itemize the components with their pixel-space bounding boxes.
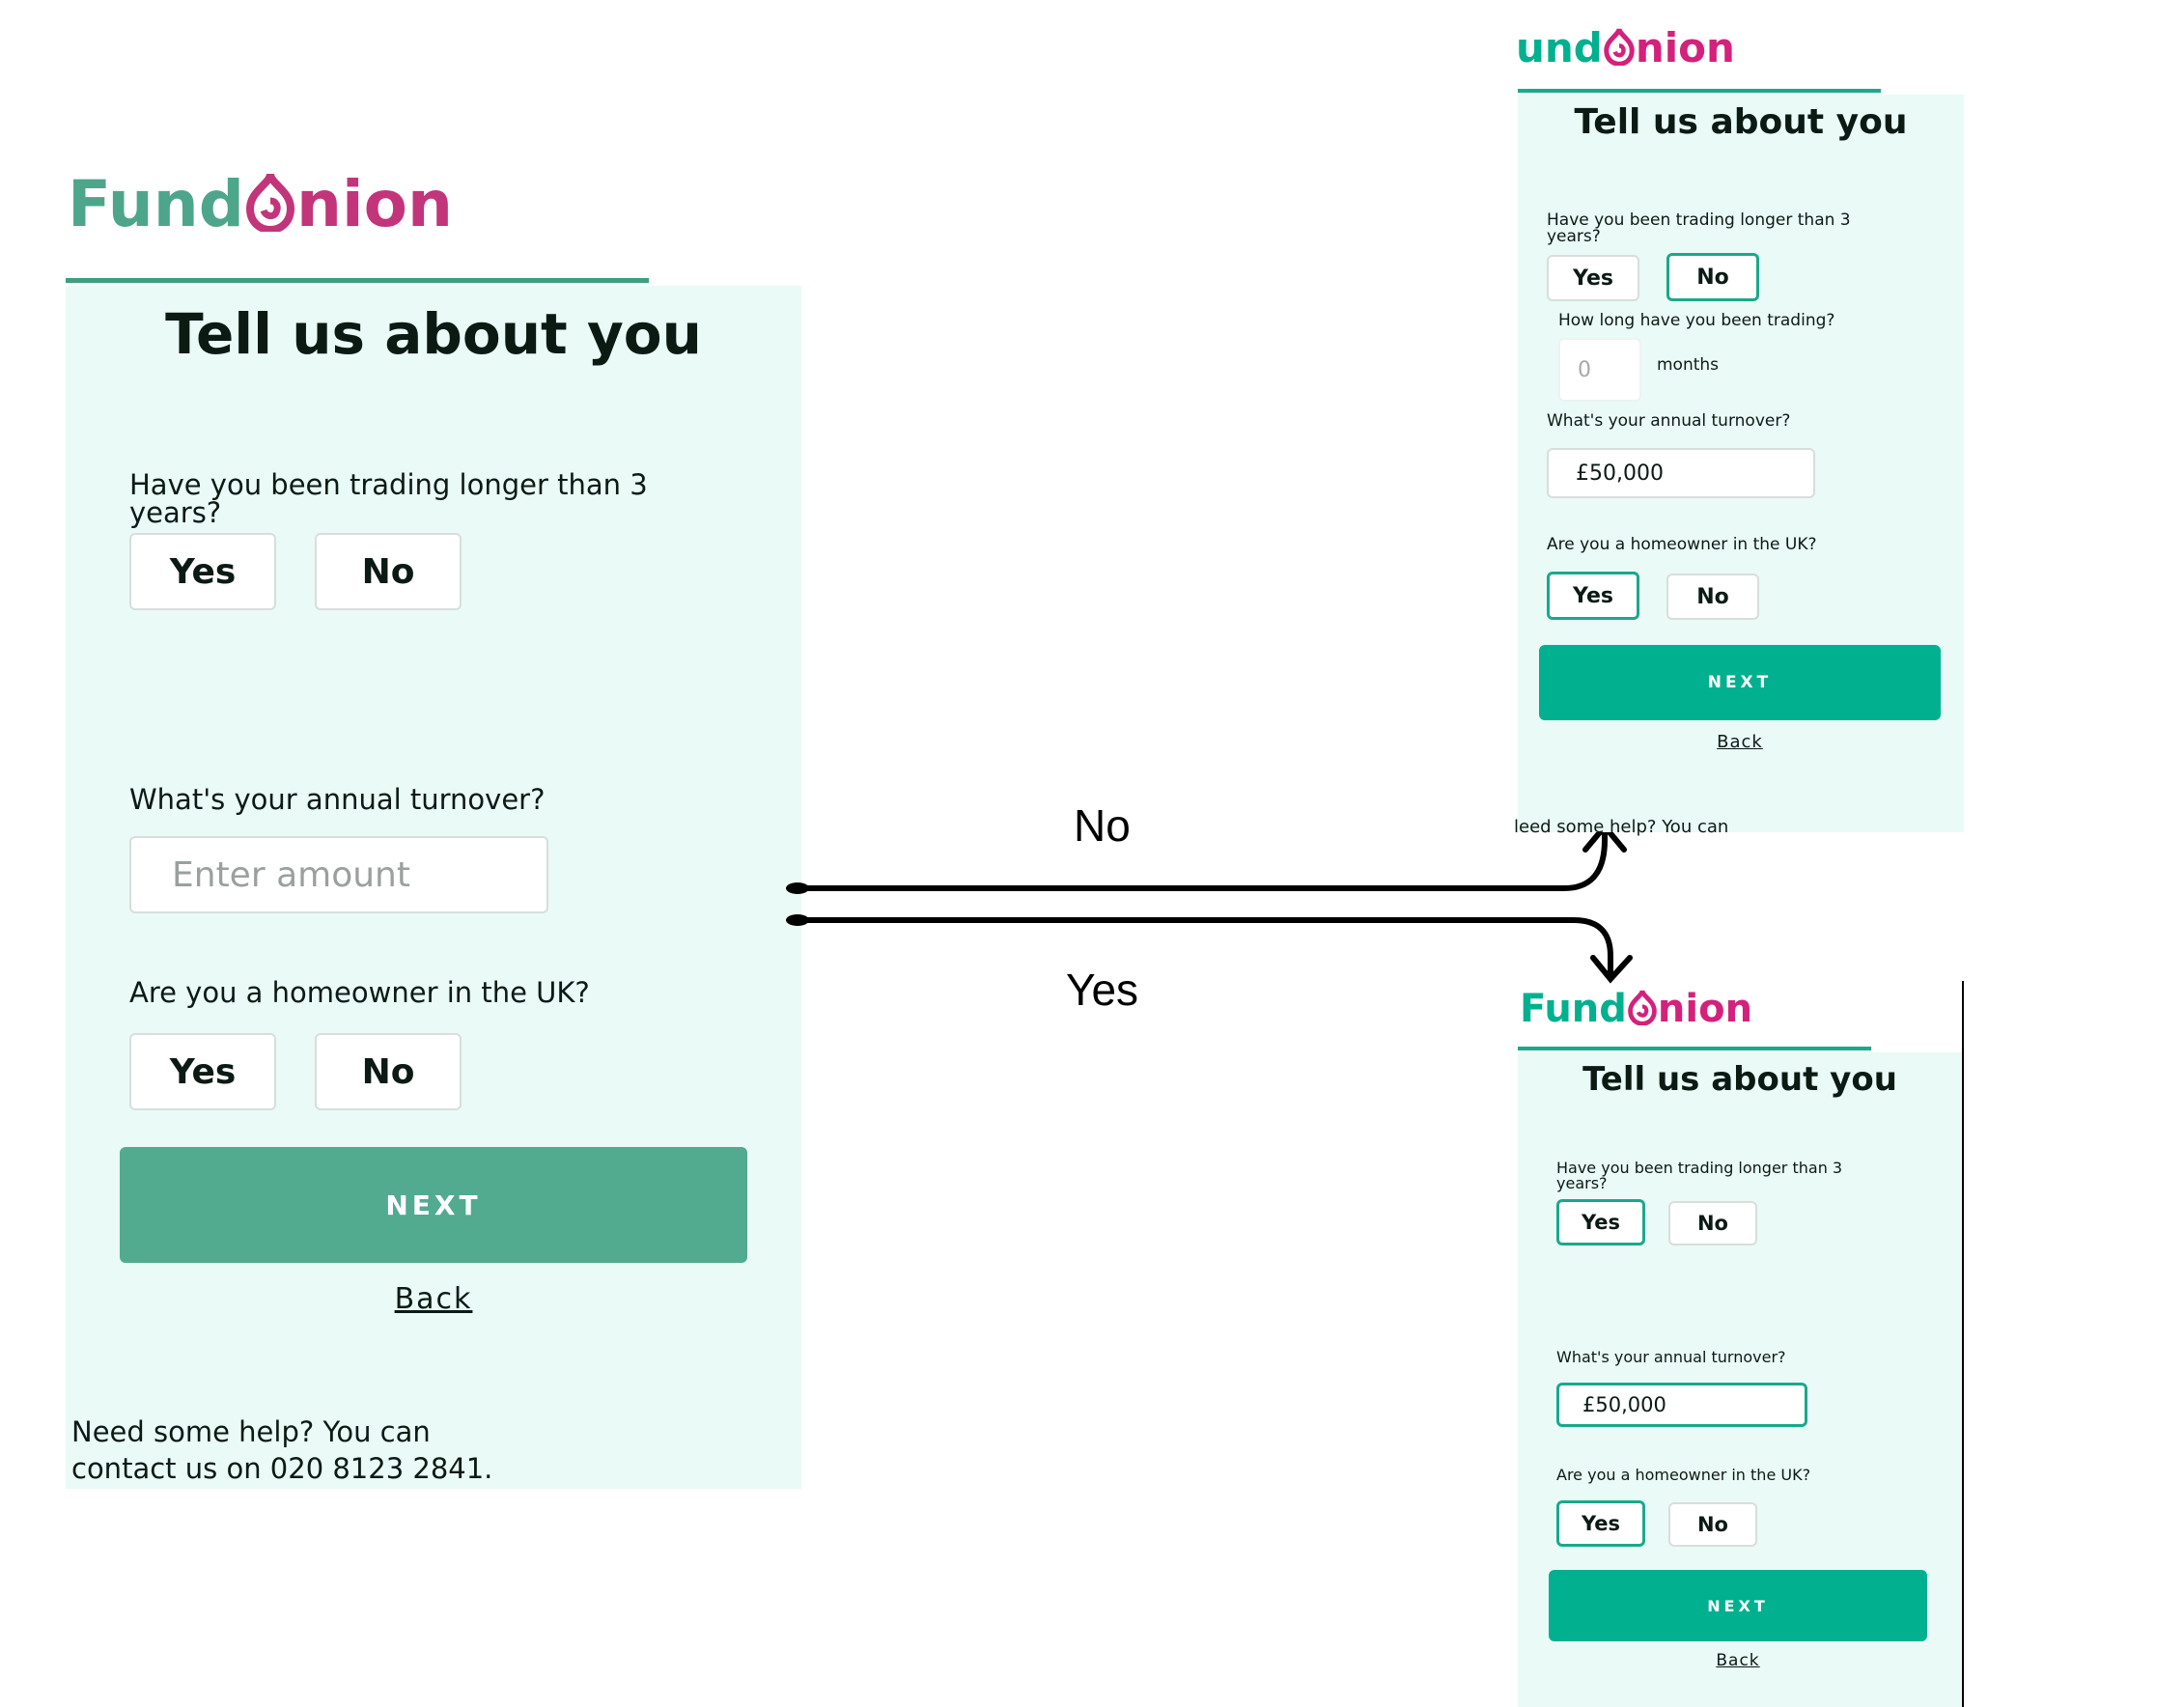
back-link[interactable]: Back (1539, 732, 1941, 752)
flow-label-no: No (1074, 800, 1131, 851)
arrow-no-path (789, 827, 1608, 891)
trading-yes-button[interactable]: Yes (1556, 1199, 1645, 1245)
question-turnover: What's your annual turnover? (1556, 1348, 1786, 1366)
header-divider (1518, 89, 1881, 93)
flow-label-yes: Yes (1066, 965, 1139, 1015)
logo-fund-text: Fund (1520, 987, 1627, 1031)
frame-border (1962, 981, 1964, 1707)
months-input[interactable]: 0 (1558, 338, 1641, 402)
question-turnover: What's your annual turnover? (1547, 411, 1791, 431)
fundonion-logo-small: und nion (1516, 27, 1735, 69)
homeowner-no-button[interactable]: No (1666, 574, 1759, 620)
turnover-input[interactable]: £50,000 (1556, 1383, 1807, 1427)
page-title: Tell us about you (1574, 102, 1908, 142)
homeowner-yes-button[interactable]: Yes (1547, 572, 1639, 620)
trading-yes-button[interactable]: Yes (1547, 255, 1639, 301)
logo-nion-text: nion (1635, 24, 1735, 71)
question-how-long: How long have you been trading? (1558, 311, 1835, 330)
fundonion-logo-small: Fund nion (1520, 989, 1752, 1028)
header-divider (1518, 1047, 1871, 1050)
logo-nion-text: nion (1657, 987, 1753, 1031)
turnover-value: £50,000 (1582, 1393, 1666, 1416)
turnover-value: £50,000 (1576, 461, 1664, 486)
logo-fund-text: und (1516, 24, 1603, 71)
next-button[interactable]: NEXT (1539, 645, 1941, 720)
next-button[interactable]: NEXT (1549, 1570, 1927, 1641)
question-homeowner: Are you a homeowner in the UK? (1547, 535, 1817, 554)
help-text: leed some help? You can (1514, 817, 1729, 837)
question-homeowner: Are you a homeowner in the UK? (1556, 1466, 1811, 1484)
homeowner-yes-button[interactable]: Yes (1556, 1500, 1645, 1547)
back-link[interactable]: Back (1549, 1651, 1927, 1670)
page-title: Tell us about you (1582, 1060, 1897, 1099)
question-trading: Have you been trading longer than 3 year… (1547, 210, 1851, 246)
trading-no-button[interactable]: No (1668, 1201, 1757, 1245)
trading-no-button[interactable]: No (1666, 253, 1759, 301)
months-label: months (1657, 355, 1720, 375)
turnover-input[interactable]: £50,000 (1547, 448, 1815, 498)
months-value: 0 (1578, 357, 1591, 382)
onion-logo-icon (1627, 989, 1658, 1026)
homeowner-no-button[interactable]: No (1668, 1502, 1757, 1547)
onion-logo-icon (1603, 27, 1636, 67)
question-trading: Have you been trading longer than 3 year… (1556, 1159, 1843, 1192)
arrow-yes-path (789, 917, 1613, 978)
